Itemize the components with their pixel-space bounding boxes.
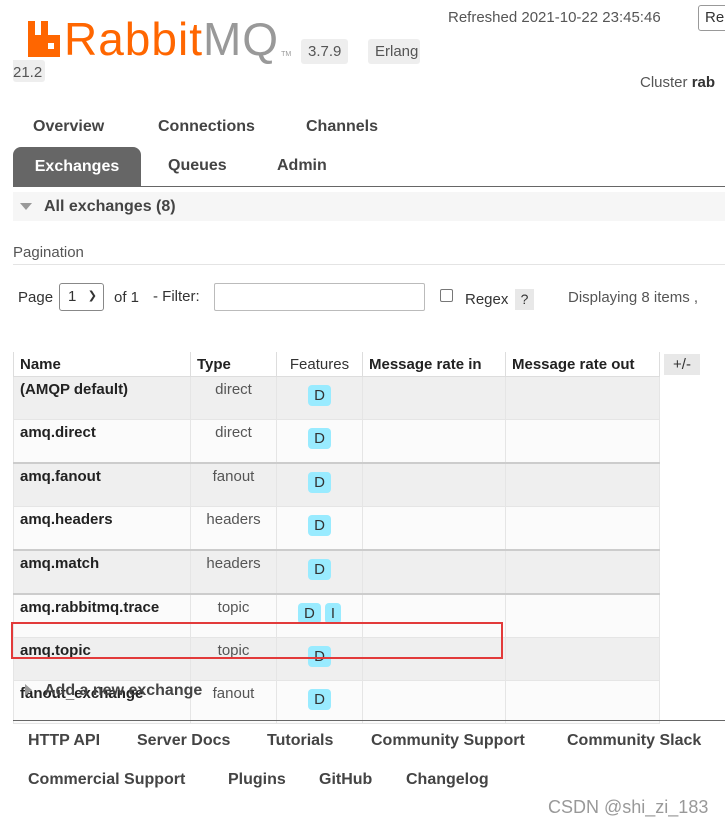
refresh-interval-select[interactable]: Re [698, 5, 725, 31]
tab-queues[interactable]: Queues [168, 157, 227, 175]
message-rate-out [505, 549, 660, 595]
highlight-annotation [11, 622, 503, 659]
table-row[interactable]: amq.match headers D [13, 549, 660, 595]
trademark: TM [281, 51, 292, 58]
exchange-type: direct [190, 419, 277, 464]
footer-link-server-docs[interactable]: Server Docs [137, 732, 230, 750]
exchange-name[interactable]: amq.match [13, 549, 191, 595]
add-new-exchange-toggle[interactable]: Add a new exchange [44, 682, 202, 700]
erlang-label: Erlang [368, 39, 421, 64]
footer-link-plugins[interactable]: Plugins [228, 771, 286, 789]
message-rate-in [362, 549, 506, 595]
message-rate-out [505, 593, 660, 638]
footer-divider [13, 720, 725, 721]
feature-badge-durable: D [308, 385, 331, 406]
pagination-title: Pagination [13, 244, 84, 261]
cluster-name: rab [691, 74, 716, 91]
footer-link-http-api[interactable]: HTTP API [28, 732, 100, 750]
cluster-info: Cluster rab [640, 74, 716, 91]
regex-label: Regex [465, 291, 509, 308]
feature-badge-durable: D [308, 559, 331, 580]
exchange-type: direct [190, 376, 277, 420]
message-rate-out [505, 637, 660, 681]
message-rate-out [505, 419, 660, 464]
message-rate-out [505, 680, 660, 724]
exchange-name[interactable]: amq.fanout [13, 462, 191, 507]
message-rate-in [362, 376, 506, 420]
feature-badge-internal: I [324, 603, 341, 624]
table-row[interactable]: amq.headers headers D [13, 506, 660, 551]
footer-link-tutorials[interactable]: Tutorials [267, 732, 333, 750]
refreshed-timestamp: Refreshed 2021-10-22 23:45:46 [448, 9, 661, 26]
collapse-triangle-icon[interactable] [20, 203, 32, 210]
erlang-version: 21.2 [13, 60, 46, 82]
section-title[interactable]: All exchanges (8) [44, 198, 176, 216]
feature-badge-durable: D [308, 428, 331, 449]
footer-link-github[interactable]: GitHub [319, 771, 372, 789]
message-rate-in [362, 680, 506, 724]
expand-triangle-icon[interactable] [25, 684, 32, 696]
tab-exchanges[interactable]: Exchanges [13, 147, 141, 187]
watermark: CSDN @shi_zi_183 [548, 797, 709, 817]
column-header-message-rate-out: Message rate out [505, 352, 660, 377]
message-rate-in [362, 462, 506, 507]
filter-input[interactable] [214, 283, 425, 311]
table-header-row: Name Type Features Message rate in Messa… [13, 352, 660, 377]
feature-badge-durable: D [308, 472, 331, 493]
tab-connections[interactable]: Connections [158, 118, 255, 136]
column-toggle-button[interactable]: +/- [664, 354, 700, 375]
column-header-name[interactable]: Name [13, 352, 191, 377]
table-row[interactable]: amq.fanout fanout D [13, 462, 660, 507]
tab-overview[interactable]: Overview [33, 118, 104, 136]
exchange-type: headers [190, 549, 277, 595]
filter-label: - Filter: [153, 288, 200, 305]
footer-link-community-support[interactable]: Community Support [371, 732, 525, 750]
exchange-type: fanout [190, 462, 277, 507]
page-count: of 1 [114, 289, 140, 306]
exchanges-table: Name Type Features Message rate in Messa… [13, 352, 660, 724]
exchange-type: headers [190, 506, 277, 551]
tab-channels[interactable]: Channels [306, 118, 378, 136]
message-rate-in [362, 506, 506, 551]
displaying-count: Displaying 8 items , [568, 289, 699, 306]
table-row[interactable]: (AMQP default) direct D [13, 376, 660, 420]
page-select[interactable]: 1 ❯ [59, 283, 104, 311]
footer-link-changelog[interactable]: Changelog [406, 771, 489, 789]
column-header-message-rate-in: Message rate in [362, 352, 506, 377]
footer-link-community-slack[interactable]: Community Slack [567, 732, 701, 750]
exchange-name[interactable]: amq.direct [13, 419, 191, 464]
exchange-name[interactable]: amq.headers [13, 506, 191, 551]
nav-divider [13, 186, 725, 187]
version-badge: 3.7.9 [301, 39, 349, 64]
exchange-name[interactable]: (AMQP default) [13, 376, 191, 420]
column-header-type[interactable]: Type [190, 352, 277, 377]
help-button[interactable]: ? [515, 289, 534, 310]
chevron-down-icon: ❯ [87, 290, 97, 302]
message-rate-out [505, 462, 660, 507]
pagination-divider [13, 264, 725, 265]
footer-link-commercial-support[interactable]: Commercial Support [28, 771, 185, 789]
page-label: Page [18, 289, 54, 306]
exchange-type: fanout [190, 680, 277, 724]
brand-name: RabbitMQ [64, 13, 280, 65]
rabbitmq-logo[interactable]: RabbitMQ TM [26, 14, 291, 62]
message-rate-out [505, 376, 660, 420]
rabbit-icon [28, 21, 60, 57]
feature-badge-durable: D [297, 603, 321, 624]
tab-admin[interactable]: Admin [277, 157, 327, 175]
message-rate-in [362, 419, 506, 464]
message-rate-out [505, 506, 660, 551]
feature-badge-durable: D [308, 689, 331, 710]
column-header-features: Features [276, 352, 363, 377]
table-row[interactable]: amq.direct direct D [13, 419, 660, 464]
regex-checkbox[interactable] [440, 289, 453, 302]
feature-badge-durable: D [308, 515, 331, 536]
